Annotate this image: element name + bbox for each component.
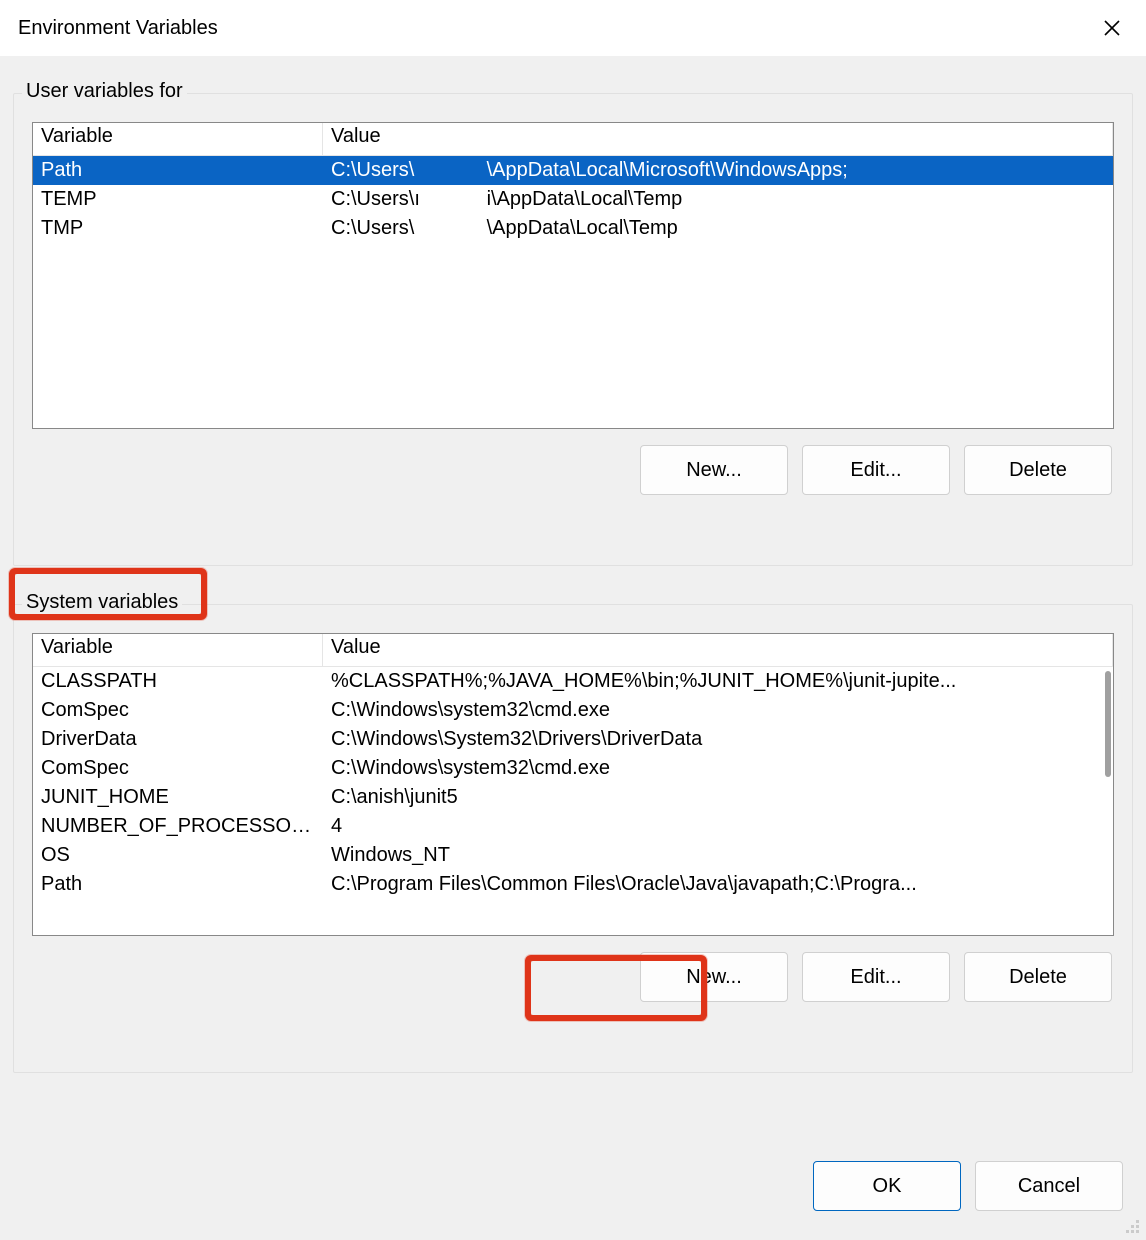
user-row-value: C:\Users\ı i\AppData\Local\Temp xyxy=(323,185,1113,214)
table-row[interactable]: ComSpecC:\Windows\system32\cmd.exe xyxy=(33,754,1113,783)
system-row-value: C:\Program Files\Common Files\Oracle\Jav… xyxy=(323,870,1113,899)
user-row-value: C:\Users\ \AppData\Local\Microsoft\Windo… xyxy=(323,156,1113,185)
resize-grip-icon[interactable] xyxy=(1121,1215,1139,1233)
system-edit-button[interactable]: Edit... xyxy=(802,952,950,1002)
titlebar: Environment Variables xyxy=(0,0,1146,56)
system-list-scrollbar[interactable] xyxy=(1105,671,1111,777)
system-row-variable: Path xyxy=(33,870,323,899)
user-row-value: C:\Users\ \AppData\Local\Temp xyxy=(323,214,1113,243)
close-button[interactable] xyxy=(1092,10,1132,46)
system-header-variable[interactable]: Variable xyxy=(33,634,323,667)
system-row-variable: DriverData xyxy=(33,725,323,754)
table-row[interactable]: OSWindows_NT xyxy=(33,841,1113,870)
environment-variables-dialog: Environment Variables User variables for… xyxy=(0,0,1146,1240)
system-row-value: C:\Windows\system32\cmd.exe xyxy=(323,754,1113,783)
table-row[interactable]: TEMPC:\Users\ı i\AppData\Local\Temp xyxy=(33,185,1113,214)
system-buttons-row: New... Edit... Delete xyxy=(32,952,1114,1002)
table-row[interactable]: PathC:\Users\ \AppData\Local\Microsoft\W… xyxy=(33,156,1113,185)
user-row-variable: Path xyxy=(33,156,323,185)
cancel-button[interactable]: Cancel xyxy=(975,1161,1123,1211)
system-row-variable: ComSpec xyxy=(33,754,323,783)
table-row[interactable]: CLASSPATH%CLASSPATH%;%JAVA_HOME%\bin;%JU… xyxy=(33,667,1113,696)
table-row[interactable]: PathC:\Program Files\Common Files\Oracle… xyxy=(33,870,1113,899)
system-delete-button[interactable]: Delete xyxy=(964,952,1112,1002)
user-header-value[interactable]: Value xyxy=(323,123,1113,156)
ok-button[interactable]: OK xyxy=(813,1161,961,1211)
dialog-body: User variables for Variable Value PathC:… xyxy=(0,56,1146,1240)
table-row[interactable]: NUMBER_OF_PROCESSORS4 xyxy=(33,812,1113,841)
system-header-value[interactable]: Value xyxy=(323,634,1113,667)
user-edit-button[interactable]: Edit... xyxy=(802,445,950,495)
user-buttons-row: New... Edit... Delete xyxy=(32,445,1114,495)
dialog-title: Environment Variables xyxy=(18,17,218,40)
system-row-value: 4 xyxy=(323,812,1113,841)
close-icon xyxy=(1103,19,1121,37)
user-header-variable[interactable]: Variable xyxy=(33,123,323,156)
user-delete-button[interactable]: Delete xyxy=(964,445,1112,495)
system-row-value: C:\anish\junit5 xyxy=(323,783,1113,812)
system-row-value: C:\Windows\System32\Drivers\DriverData xyxy=(323,725,1113,754)
dialog-buttons-row: OK Cancel xyxy=(813,1161,1123,1211)
system-variables-legend: System variables xyxy=(22,591,182,614)
user-row-variable: TMP xyxy=(33,214,323,243)
user-row-variable: TEMP xyxy=(33,185,323,214)
system-variables-list[interactable]: Variable Value CLASSPATH%CLASSPATH%;%JAV… xyxy=(32,633,1114,936)
user-variables-list[interactable]: Variable Value PathC:\Users\ \AppData\Lo… xyxy=(32,122,1114,429)
user-variables-legend: User variables for xyxy=(22,80,187,103)
system-row-variable: OS xyxy=(33,841,323,870)
system-row-variable: NUMBER_OF_PROCESSORS xyxy=(33,812,323,841)
user-new-button[interactable]: New... xyxy=(640,445,788,495)
system-row-value: Windows_NT xyxy=(323,841,1113,870)
system-new-button[interactable]: New... xyxy=(640,952,788,1002)
system-variables-group: System variables Variable Value CLASSPAT… xyxy=(13,604,1133,1073)
table-row[interactable]: DriverDataC:\Windows\System32\Drivers\Dr… xyxy=(33,725,1113,754)
table-row[interactable]: TMPC:\Users\ \AppData\Local\Temp xyxy=(33,214,1113,243)
system-row-value: C:\Windows\system32\cmd.exe xyxy=(323,696,1113,725)
table-row[interactable]: ComSpecC:\Windows\system32\cmd.exe xyxy=(33,696,1113,725)
system-row-value: %CLASSPATH%;%JAVA_HOME%\bin;%JUNIT_HOME%… xyxy=(323,667,1113,696)
system-row-variable: ComSpec xyxy=(33,696,323,725)
user-variables-group: User variables for Variable Value PathC:… xyxy=(13,93,1133,566)
system-row-variable: CLASSPATH xyxy=(33,667,323,696)
table-row[interactable]: JUNIT_HOMEC:\anish\junit5 xyxy=(33,783,1113,812)
system-row-variable: JUNIT_HOME xyxy=(33,783,323,812)
